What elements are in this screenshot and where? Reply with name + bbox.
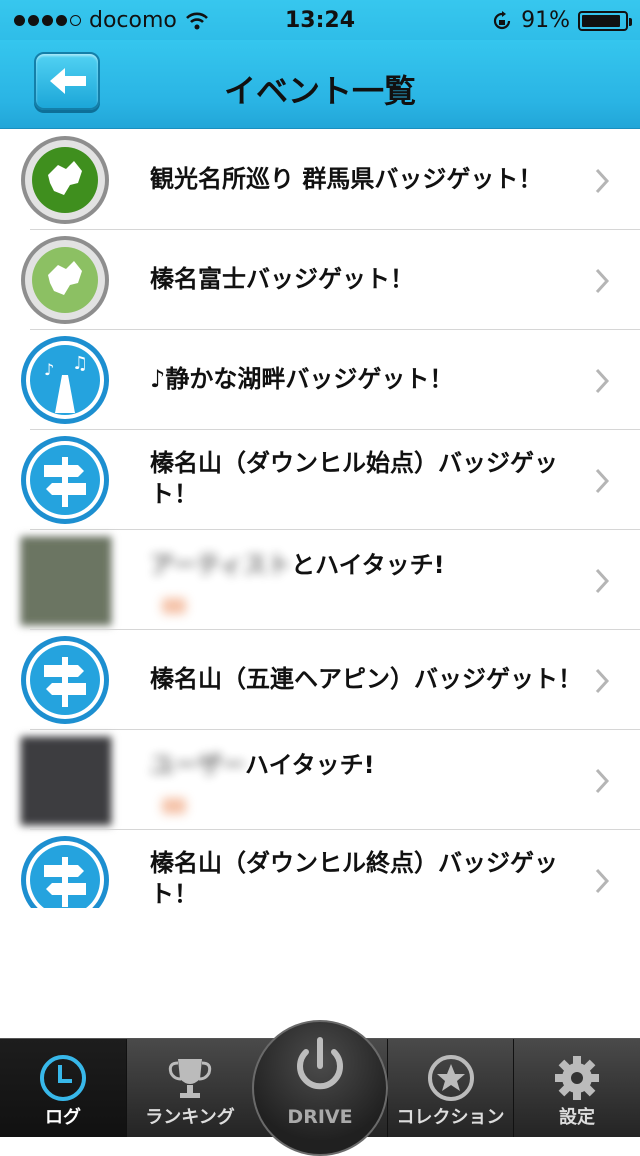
chevron-right-icon <box>595 368 610 394</box>
tab-label: ログ <box>45 1107 81 1128</box>
tab-ranking[interactable]: ランキング <box>127 1039 253 1137</box>
list-item[interactable]: 榛名山（ダウンヒル始点）バッジゲット！ <box>0 430 640 530</box>
star-circle-icon <box>427 1055 474 1101</box>
tab-collection[interactable]: コレクション <box>388 1039 513 1137</box>
music-road-badge-icon: ♪ ♫ <box>21 336 109 424</box>
event-title: 榛名山（ダウンヒル終点）バッジゲット！ <box>150 849 558 908</box>
event-subtitle <box>162 796 196 816</box>
event-list: 観光名所巡り 群馬県バッジゲット！ 榛名富士バッジゲット！ ♪ ♫ ♪静かな湖畔… <box>0 130 640 908</box>
chevron-right-icon <box>595 868 610 894</box>
tab-label: 設定 <box>559 1107 595 1128</box>
chevron-right-icon <box>595 768 610 794</box>
power-icon <box>297 1037 343 1090</box>
tab-label: ランキング <box>145 1107 235 1128</box>
drive-label: DRIVE <box>287 1106 353 1128</box>
list-item[interactable]: アーティストとハイタッチ! <box>0 530 640 630</box>
list-item[interactable]: 榛名富士バッジゲット！ <box>0 230 640 330</box>
battery-percent: 91% <box>521 8 570 33</box>
tab-settings[interactable]: 設定 <box>514 1039 640 1137</box>
tab-label: コレクション <box>396 1107 505 1128</box>
blurred-photo <box>20 736 112 826</box>
gear-icon <box>555 1056 599 1100</box>
chevron-right-icon <box>595 168 610 194</box>
chevron-right-icon <box>595 668 610 694</box>
event-subtitle <box>162 596 196 616</box>
status-right: 91% <box>491 8 632 33</box>
blurred-photo <box>20 536 112 626</box>
chevron-right-icon <box>595 568 610 594</box>
gunma-badge-light-icon <box>21 236 109 324</box>
svg-text:♪: ♪ <box>44 360 54 379</box>
event-title: ユーザーハイタッチ! <box>150 751 375 779</box>
svg-text:♫: ♫ <box>72 353 88 374</box>
status-bar: docomo 13:24 91% <box>0 0 640 40</box>
list-item[interactable]: ユーザーハイタッチ! <box>0 730 640 830</box>
rotation-lock-icon <box>494 10 511 29</box>
clock-icon <box>40 1055 86 1101</box>
gunma-badge-icon <box>21 136 109 224</box>
signpost-badge-icon <box>21 836 109 908</box>
page-title: イベント一覧 <box>223 72 416 110</box>
tab-log[interactable]: ログ <box>0 1039 126 1137</box>
event-title: 榛名山（ダウンヒル始点）バッジゲット！ <box>150 449 558 508</box>
event-title: 榛名富士バッジゲット！ <box>150 265 414 293</box>
chevron-right-icon <box>595 468 610 494</box>
event-title: 榛名山（五連ヘアピン）バッジゲット！ <box>150 665 582 693</box>
event-title: アーティストとハイタッチ! <box>150 551 445 579</box>
nav-bar: イベント一覧 <box>0 40 640 129</box>
list-item[interactable]: ♪ ♫ ♪静かな湖畔バッジゲット！ <box>0 330 640 430</box>
list-item[interactable]: 榛名山（五連ヘアピン）バッジゲット！ <box>0 630 640 730</box>
list-item[interactable]: 観光名所巡り 群馬県バッジゲット！ <box>0 130 640 230</box>
signpost-badge-icon <box>21 436 109 524</box>
list-item[interactable]: 榛名山（ダウンヒル終点）バッジゲット！ <box>0 830 640 908</box>
signpost-badge-icon <box>21 636 109 724</box>
chevron-right-icon <box>595 268 610 294</box>
battery-icon <box>578 10 632 31</box>
trophy-icon <box>168 1059 212 1098</box>
event-title: 観光名所巡り 群馬県バッジゲット！ <box>150 165 543 193</box>
event-title: ♪静かな湖畔バッジゲット！ <box>150 365 454 393</box>
